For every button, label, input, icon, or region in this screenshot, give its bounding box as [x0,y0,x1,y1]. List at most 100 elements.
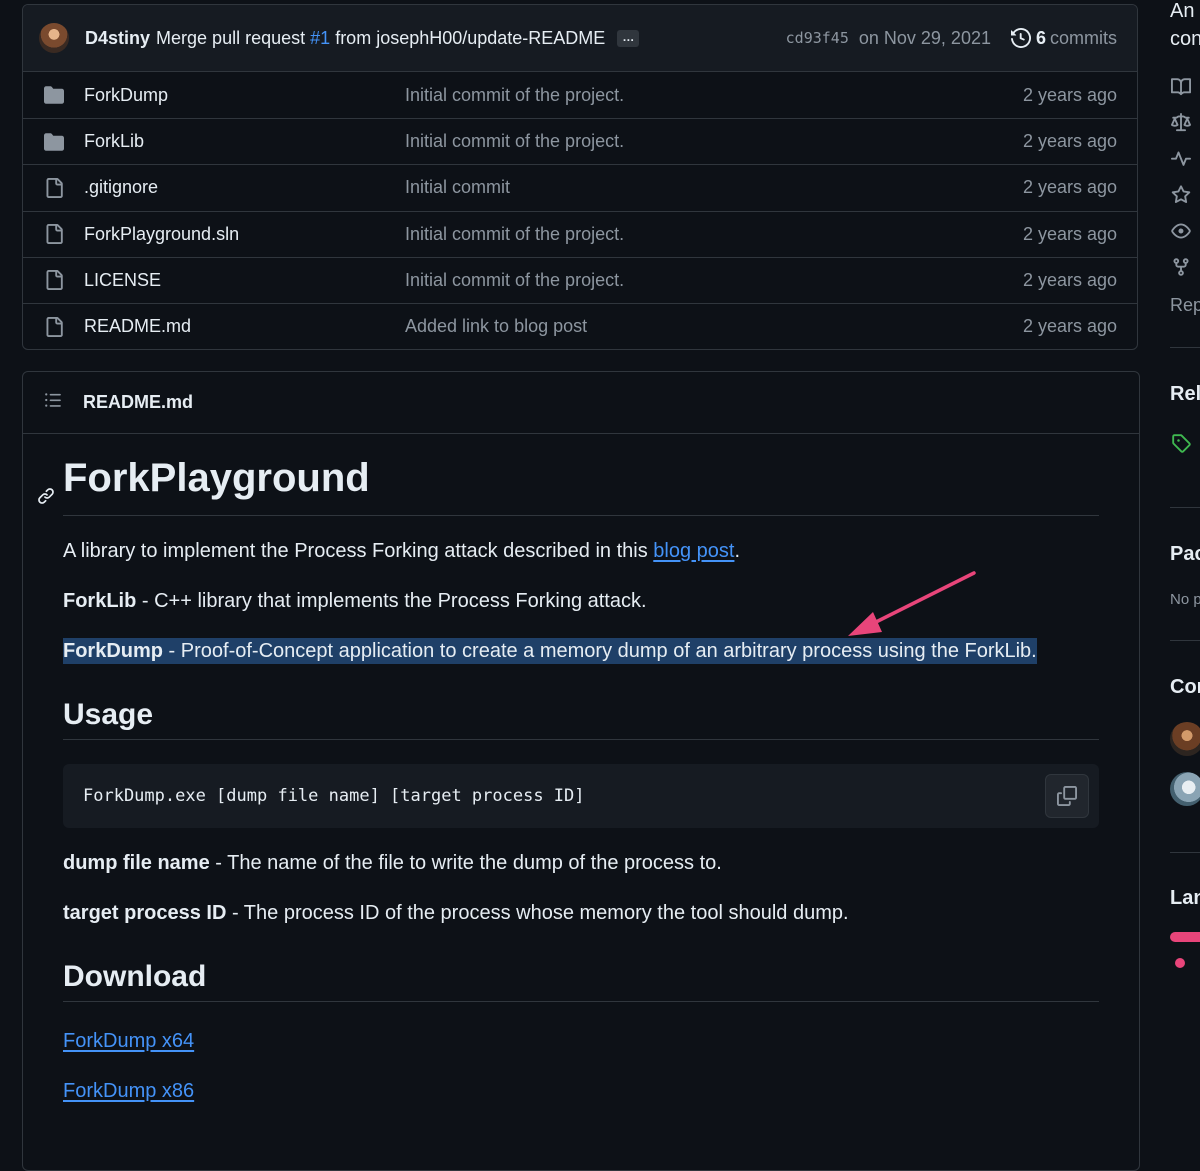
file-icon [43,316,65,337]
tag-icon [1172,434,1191,453]
download-x86-paragraph: ForkDump x86 [63,1077,194,1105]
copy-button[interactable] [1045,774,1089,818]
packages-text: No p [1170,591,1200,608]
file-name-link[interactable]: ForkPlayground.sln [84,224,405,245]
commit-sha[interactable]: cd93f45 [786,29,849,47]
file-list: ForkDump Initial commit of the project. 2 … [23,72,1137,349]
forklib-description: - C++ library that implements the Proces… [136,590,647,612]
file-commit-message[interactable]: Initial commit of the project. [405,270,1023,291]
contributors-heading[interactable]: Cor [1170,676,1200,699]
pulse-icon[interactable] [1170,149,1192,169]
blog-post-link[interactable]: blog post [653,540,734,562]
file-name-link[interactable]: LICENSE [84,270,405,291]
languages-heading: Lan [1170,887,1200,909]
scale-icon[interactable] [1170,113,1192,133]
file-commit-message[interactable]: Added link to blog post [405,316,1023,337]
forkdump-label: ForkDump [63,640,163,662]
folder-icon [43,85,65,105]
contributor-avatar[interactable] [1170,772,1200,806]
file-commit-message[interactable]: Initial commit of the project. [405,85,1023,106]
file-icon [43,270,65,291]
file-row[interactable]: ForkLib Initial commit of the project. 2 y… [23,118,1137,164]
language-bar [1170,932,1200,942]
readme-title: ForkPlayground [38,433,1099,516]
commit-count: 6 [1035,27,1046,48]
file-name-link[interactable]: README.md [84,316,405,337]
file-commit-age: 2 years ago [1022,223,1117,244]
sidebar-divider [1170,347,1200,348]
book-icon[interactable] [1170,77,1192,97]
target-process-label: target process ID [63,902,227,924]
file-commit-age: 2 years ago [1022,316,1117,337]
usage-code-block: ForkDump.exe [dump file name] [target pr… [63,764,1099,828]
download-heading: Download [63,959,1099,1002]
commit-message-prefix: Merge pull request [156,27,306,48]
sidebar-divider [1170,507,1200,508]
readme-box: README.md ForkPlayground A library to im… [22,371,1140,1171]
download-x86-link[interactable]: ForkDump x86 [63,1080,194,1102]
history-icon [1010,28,1031,48]
file-commit-age: 2 years ago [1022,84,1117,105]
forkdump-paragraph: ForkDump - Proof-of-Concept application … [63,637,1037,665]
commits-label: commits [1050,27,1117,48]
language-dot [1175,958,1185,968]
author-avatar[interactable] [39,23,69,53]
file-commit-message[interactable]: Initial commit of the project. [405,131,1023,152]
dump-file-paragraph: dump file name - The name of the file to… [63,849,722,877]
releases-heading[interactable]: Rel [1170,383,1200,406]
file-name-link[interactable]: .gitignore [84,177,405,198]
forklib-label: ForkLib [63,590,137,612]
target-process-description: - The process ID of the process whose me… [226,902,849,924]
fork-icon[interactable] [1170,257,1192,277]
download-x64-paragraph: ForkDump x64 [63,1027,194,1055]
forklib-paragraph: ForkLib - C++ library that implements th… [63,587,647,615]
repo-report-link[interactable]: Rep [1170,295,1200,316]
expand-commit-button[interactable]: … [617,29,640,47]
download-x64-link[interactable]: ForkDump x64 [63,1030,194,1052]
pr-link[interactable]: #1 [310,28,330,48]
readme-content: ForkPlayground A library to implement th… [38,433,1099,1102]
file-icon [43,224,65,245]
file-row[interactable]: ForkPlayground.sln Initial commit of the … [23,210,1137,257]
file-commit-age: 2 years ago [1022,269,1117,290]
file-commit-age: 2 years ago [1022,177,1117,198]
repo-sidebar: An con Rep Rel Pac No p Cor Lan [1168,0,1200,1146]
sidebar-divider [1170,640,1200,641]
commit-date: on Nov 29, 2021 [858,27,991,48]
forkdump-description: - Proof-of-Concept application to create… [163,640,1037,662]
readme-filename[interactable]: README.md [83,392,193,413]
dump-file-label: dump file name [63,852,210,874]
selected-text-highlight: ForkDump - Proof-of-Concept application … [63,638,1037,664]
intro-paragraph: A library to implement the Process Forki… [63,537,740,565]
dump-file-description: - The name of the file to write the dump… [209,852,722,874]
folder-icon [43,132,65,152]
file-icon [43,177,65,198]
file-browser: D4stiny Merge pull request #1 from josep… [22,4,1138,350]
file-name-link[interactable]: ForkLib [84,131,405,152]
about-text-line2: con [1170,28,1200,50]
intro-end: . [734,540,740,562]
target-process-paragraph: target process ID - The process ID of th… [63,899,849,927]
commit-message-suffix: from josephH00/update-README [335,27,606,48]
latest-commit-bar: D4stiny Merge pull request #1 from josep… [23,5,1137,72]
file-commit-message[interactable]: Initial commit [405,177,1023,198]
packages-heading[interactable]: Pac [1170,543,1200,566]
file-commit-message[interactable]: Initial commit of the project. [405,224,1023,245]
file-row[interactable]: .gitignore Initial commit 2 years ago [23,164,1137,210]
contributor-avatar[interactable] [1170,722,1200,756]
file-row[interactable]: ForkDump Initial commit of the project. 2 … [23,72,1137,118]
sidebar-divider [1170,852,1200,853]
usage-code: ForkDump.exe [dump file name] [target pr… [83,786,585,806]
intro-text: A library to implement the Process Forki… [63,540,654,562]
file-row[interactable]: README.md Added link to blog post 2 years … [23,302,1137,349]
list-icon[interactable] [43,391,63,414]
star-icon[interactable] [1170,185,1192,205]
commit-history-link[interactable]: 6 commits [1010,27,1117,49]
link-icon[interactable] [37,469,55,515]
commit-message[interactable]: Merge pull request #1 from josephH00/upd… [156,28,605,49]
eye-icon[interactable] [1170,221,1192,241]
copy-icon [1057,786,1077,806]
file-row[interactable]: LICENSE Initial commit of the project. 2 y… [23,256,1137,303]
file-name-link[interactable]: ForkDump [84,85,405,106]
commit-author[interactable]: D4stiny [85,28,150,49]
